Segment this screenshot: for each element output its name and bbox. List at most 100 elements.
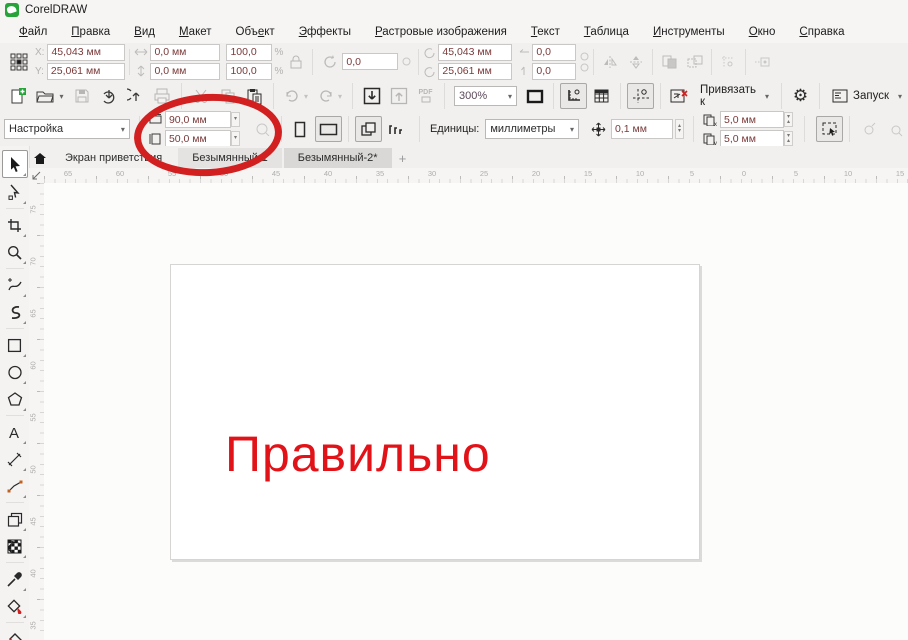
menu-item-9[interactable]: Инструменты <box>642 23 736 41</box>
show-guidelines-icon[interactable] <box>627 83 654 109</box>
menu-item-4[interactable]: Объект <box>225 23 286 41</box>
horizontal-ruler[interactable]: 6560555045403530252015105051015 <box>44 168 908 184</box>
page-height-spinner[interactable]: ▾ <box>231 131 240 146</box>
document-tab-0[interactable]: Экран приветствия <box>51 148 176 168</box>
export-icon[interactable] <box>386 84 411 108</box>
object-height-input[interactable] <box>150 63 220 80</box>
nudge-distance-input[interactable] <box>611 119 673 139</box>
launch-button[interactable]: Запуск▾ <box>826 84 908 108</box>
new-document-icon[interactable] <box>6 84 31 108</box>
duplicate-y-spinner[interactable]: ▾ ▴ <box>784 131 793 146</box>
ruler-origin-icon[interactable] <box>29 168 45 184</box>
menu-item-3[interactable]: Макет <box>168 23 223 41</box>
export-drop-icon[interactable] <box>123 84 148 108</box>
rotation-angle-input[interactable] <box>342 53 398 70</box>
pick-tool[interactable] <box>2 150 28 178</box>
units-combo[interactable]: миллиметры▾ <box>485 119 579 139</box>
text-tool[interactable]: A <box>3 419 27 445</box>
autofit-page-icon[interactable] <box>250 117 275 141</box>
rotation-radio-icon[interactable] <box>398 50 414 74</box>
document-tab-2[interactable]: Безымянный-2* <box>284 148 392 168</box>
copy-icon[interactable] <box>215 84 240 108</box>
current-page-icon[interactable] <box>384 117 409 141</box>
dimension-tool[interactable] <box>3 446 27 472</box>
show-bleed-icon[interactable] <box>856 117 881 141</box>
drawing-canvas[interactable]: Правильно <box>44 183 908 640</box>
import-drop-icon[interactable] <box>96 84 121 108</box>
object-width-input[interactable] <box>150 44 220 61</box>
zoom-tool[interactable] <box>3 239 27 265</box>
pdf-icon[interactable]: PDF <box>413 84 438 108</box>
freehand-tool[interactable] <box>3 272 27 298</box>
menu-item-10[interactable]: Окно <box>738 23 787 41</box>
eyedropper-tool[interactable] <box>3 566 27 592</box>
crop-tool[interactable] <box>3 212 27 238</box>
undo-icon[interactable]: ▾ <box>280 84 312 108</box>
snap-to-button[interactable]: Привязать к▾ <box>694 84 775 108</box>
print-icon[interactable] <box>150 84 175 108</box>
save-icon[interactable] <box>69 84 94 108</box>
rotation-center-x-input[interactable] <box>438 44 512 61</box>
home-icon[interactable] <box>29 148 51 168</box>
vertical-ruler[interactable]: 757065605550454035 <box>29 183 45 640</box>
duplicate-x-spinner[interactable]: ▾ ▴ <box>784 112 793 127</box>
treat-as-filled-icon[interactable] <box>816 116 843 142</box>
page-text[interactable]: Правильно <box>225 425 491 483</box>
smart-fill-tool[interactable] <box>3 593 27 619</box>
show-rulers-icon[interactable] <box>560 83 587 109</box>
skew-h-input[interactable] <box>532 44 576 61</box>
anchor-grid-icon[interactable] <box>6 50 31 74</box>
skew-v-input[interactable] <box>532 63 576 80</box>
landscape-icon[interactable] <box>315 116 342 142</box>
menu-item-11[interactable]: Справка <box>788 23 855 41</box>
menu-item-1[interactable]: Правка <box>60 23 121 41</box>
show-grid-icon[interactable] <box>589 84 614 108</box>
page-height-input[interactable] <box>165 130 231 147</box>
menu-item-0[interactable]: Файл <box>8 23 58 41</box>
zoom-level-combo[interactable]: 300%▾ <box>454 86 517 106</box>
paste-icon[interactable] <box>242 84 267 108</box>
shape-tool[interactable] <box>3 179 27 205</box>
group-icon[interactable] <box>682 50 707 74</box>
page-width-spinner[interactable]: ▾ <box>231 112 240 127</box>
options-gear-icon[interactable]: ⚙ <box>788 84 813 108</box>
cut-icon[interactable] <box>188 84 213 108</box>
duplicate-y-input[interactable] <box>720 130 784 147</box>
duplicate-x-input[interactable] <box>720 111 784 128</box>
skew-radio-bottom-icon[interactable] <box>580 63 589 72</box>
document-page[interactable]: Правильно <box>170 264 700 560</box>
new-tab-button[interactable]: + <box>394 148 412 168</box>
redo-icon[interactable]: ▾ <box>314 84 346 108</box>
position-handle-icon[interactable] <box>750 50 775 74</box>
drop-shadow-tool[interactable] <box>3 506 27 532</box>
align-distribute-icon[interactable] <box>716 50 741 74</box>
polygon-tool[interactable] <box>3 386 27 412</box>
ellipse-tool[interactable] <box>3 359 27 385</box>
connector-tool[interactable] <box>3 473 27 499</box>
x-position-input[interactable] <box>47 44 125 61</box>
menu-item-8[interactable]: Таблица <box>573 23 640 41</box>
scale-v-input[interactable] <box>226 63 272 80</box>
open-icon[interactable]: ▾ <box>33 84 67 108</box>
menu-item-6[interactable]: Растровые изображения <box>364 23 518 41</box>
page-width-input[interactable] <box>165 111 231 128</box>
apply-layout-icon[interactable] <box>883 117 908 141</box>
page-preset-combo[interactable]: Настройка▾ <box>4 119 130 139</box>
all-pages-icon[interactable] <box>355 116 382 142</box>
combine-icon[interactable] <box>657 50 682 74</box>
artistic-media-tool[interactable] <box>3 299 27 325</box>
menu-item-2[interactable]: Вид <box>123 23 166 41</box>
snap-off-icon[interactable] <box>667 84 692 108</box>
mesh-fill-tool[interactable] <box>3 533 27 559</box>
skew-radio-top-icon[interactable] <box>580 52 589 61</box>
rotation-center-y-input[interactable] <box>438 63 512 80</box>
scale-h-input[interactable] <box>226 44 272 61</box>
menu-item-7[interactable]: Текст <box>520 23 571 41</box>
full-screen-preview-icon[interactable] <box>522 84 547 108</box>
lock-ratio-icon[interactable] <box>283 50 308 74</box>
menu-item-5[interactable]: Эффекты <box>288 23 362 41</box>
mirror-horizontal-icon[interactable] <box>598 50 623 74</box>
nudge-spinner[interactable]: ▴▾ <box>675 119 684 139</box>
y-position-input[interactable] <box>47 63 125 80</box>
rectangle-tool[interactable] <box>3 332 27 358</box>
